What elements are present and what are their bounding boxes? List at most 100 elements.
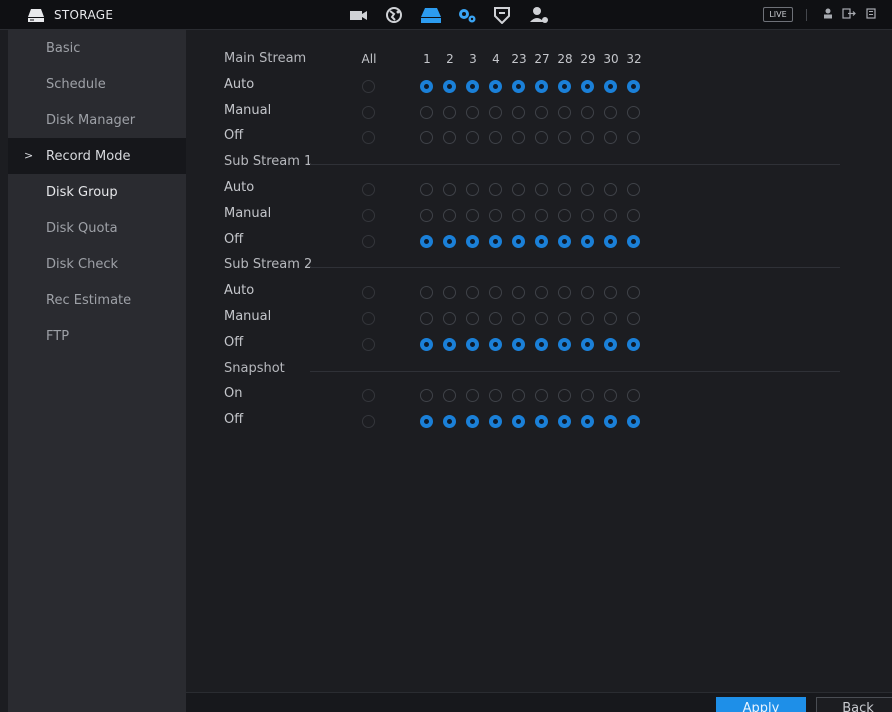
radio-channel[interactable] (558, 286, 571, 300)
radio-channel[interactable] (512, 286, 525, 300)
radio-channel[interactable] (604, 337, 617, 351)
radio-channel[interactable] (466, 208, 479, 222)
radio-all[interactable] (362, 234, 375, 248)
radio-channel[interactable] (535, 183, 548, 196)
radio-channel[interactable] (466, 337, 479, 351)
radio-channel[interactable] (627, 234, 640, 248)
radio-channel[interactable] (627, 389, 640, 403)
radio-channel[interactable] (489, 337, 502, 351)
radio-channel[interactable] (627, 337, 640, 351)
sidebar-item-schedule[interactable]: Schedule (8, 66, 186, 102)
radio-channel[interactable] (627, 183, 640, 196)
radio-channel[interactable] (535, 105, 548, 119)
radio-all[interactable] (362, 286, 375, 300)
radio-channel[interactable] (627, 208, 640, 222)
sidebar-item-disk-check[interactable]: Disk Check (8, 246, 186, 282)
radio-channel[interactable] (466, 79, 479, 93)
radio-channel[interactable] (420, 183, 433, 196)
radio-channel[interactable] (420, 208, 433, 222)
radio-channel[interactable] (581, 389, 594, 403)
radio-channel[interactable] (489, 208, 502, 222)
radio-channel[interactable] (558, 389, 571, 403)
account-icon[interactable] (528, 5, 550, 25)
radio-channel[interactable] (443, 183, 456, 196)
radio-channel[interactable] (604, 312, 617, 325)
radio-all[interactable] (362, 79, 375, 93)
radio-channel[interactable] (604, 79, 617, 93)
radio-channel[interactable] (558, 131, 571, 145)
radio-all[interactable] (362, 337, 375, 351)
radio-channel[interactable] (489, 183, 502, 196)
radio-channel[interactable] (581, 286, 594, 300)
radio-channel[interactable] (535, 415, 548, 429)
radio-channel[interactable] (581, 337, 594, 351)
radio-channel[interactable] (443, 415, 456, 429)
radio-channel[interactable] (604, 208, 617, 222)
camera-icon[interactable] (348, 5, 370, 25)
radio-channel[interactable] (466, 312, 479, 325)
radio-channel[interactable] (489, 389, 502, 403)
system-gear-icon[interactable] (456, 5, 478, 25)
radio-channel[interactable] (443, 234, 456, 248)
radio-channel[interactable] (512, 208, 525, 222)
radio-channel[interactable] (489, 234, 502, 248)
radio-channel[interactable] (512, 105, 525, 119)
radio-channel[interactable] (512, 337, 525, 351)
radio-channel[interactable] (443, 208, 456, 222)
radio-channel[interactable] (466, 131, 479, 145)
sidebar-item-disk-group[interactable]: Disk Group (8, 174, 186, 210)
sidebar-item-rec-estimate[interactable]: Rec Estimate (8, 282, 186, 318)
radio-channel[interactable] (604, 183, 617, 196)
radio-channel[interactable] (535, 389, 548, 403)
radio-all[interactable] (362, 415, 375, 429)
radio-channel[interactable] (558, 208, 571, 222)
live-button[interactable]: LIVE (763, 7, 793, 22)
radio-channel[interactable] (466, 286, 479, 300)
radio-channel[interactable] (466, 389, 479, 403)
radio-all[interactable] (362, 208, 375, 222)
radio-channel[interactable] (420, 389, 433, 403)
apply-button[interactable]: Apply (716, 697, 806, 712)
radio-channel[interactable] (489, 415, 502, 429)
radio-channel[interactable] (420, 337, 433, 351)
radio-channel[interactable] (604, 389, 617, 403)
radio-channel[interactable] (581, 79, 594, 93)
radio-channel[interactable] (420, 415, 433, 429)
radio-channel[interactable] (558, 415, 571, 429)
user-icon[interactable] (823, 8, 833, 22)
radio-channel[interactable] (420, 234, 433, 248)
radio-channel[interactable] (512, 312, 525, 325)
radio-channel[interactable] (535, 337, 548, 351)
radio-channel[interactable] (581, 312, 594, 325)
radio-channel[interactable] (558, 105, 571, 119)
radio-all[interactable] (362, 312, 375, 325)
radio-channel[interactable] (512, 415, 525, 429)
radio-channel[interactable] (443, 337, 456, 351)
sidebar-item-disk-manager[interactable]: Disk Manager (8, 102, 186, 138)
radio-channel[interactable] (627, 415, 640, 429)
radio-channel[interactable] (443, 79, 456, 93)
radio-channel[interactable] (535, 312, 548, 325)
radio-channel[interactable] (604, 105, 617, 119)
radio-channel[interactable] (535, 286, 548, 300)
radio-channel[interactable] (627, 131, 640, 145)
sidebar-item-ftp[interactable]: FTP (8, 318, 186, 354)
radio-channel[interactable] (604, 415, 617, 429)
back-button[interactable]: Back (816, 697, 892, 712)
radio-channel[interactable] (489, 79, 502, 93)
radio-channel[interactable] (604, 286, 617, 300)
radio-channel[interactable] (581, 234, 594, 248)
radio-channel[interactable] (466, 234, 479, 248)
network-icon[interactable] (383, 5, 405, 25)
radio-all[interactable] (362, 389, 375, 403)
radio-channel[interactable] (466, 415, 479, 429)
radio-all[interactable] (362, 183, 375, 196)
radio-channel[interactable] (466, 183, 479, 196)
radio-channel[interactable] (627, 286, 640, 300)
sidebar-item-disk-quota[interactable]: Disk Quota (8, 210, 186, 246)
radio-channel[interactable] (489, 286, 502, 300)
radio-channel[interactable] (443, 131, 456, 145)
radio-channel[interactable] (558, 183, 571, 196)
radio-channel[interactable] (443, 286, 456, 300)
radio-channel[interactable] (420, 312, 433, 325)
